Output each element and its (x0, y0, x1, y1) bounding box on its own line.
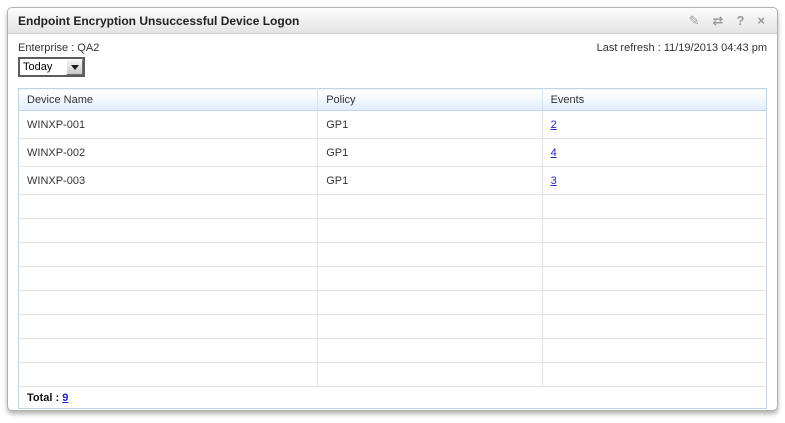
empty-table-row (19, 243, 767, 267)
table-row: WINXP-003 GP1 3 (19, 167, 767, 195)
policy-cell: GP1 (318, 111, 542, 139)
edit-icon[interactable]: ✎ (689, 14, 700, 27)
dropdown-arrow-button[interactable] (66, 59, 83, 75)
last-refresh-label: Last refresh : 11/19/2013 04:43 pm (597, 42, 767, 54)
table-total-row: Total : 9 (19, 387, 767, 409)
empty-table-row (19, 195, 767, 219)
column-header-events[interactable]: Events (542, 89, 766, 111)
titlebar-icons: ✎ ⇄ ? × (689, 14, 767, 27)
column-header-policy[interactable]: Policy (318, 89, 542, 111)
events-cell: 3 (542, 167, 766, 195)
events-count-link[interactable]: 3 (551, 175, 557, 187)
total-label: Total : (27, 392, 59, 404)
empty-table-row (19, 267, 767, 291)
empty-table-row (19, 219, 767, 243)
device-logon-table: Device Name Policy Events WINXP-001 GP1 … (18, 88, 767, 409)
total-count-link[interactable]: 9 (62, 392, 68, 404)
policy-cell: GP1 (318, 139, 542, 167)
refresh-icon[interactable]: ⇄ (713, 14, 724, 27)
empty-table-row (19, 339, 767, 363)
events-cell: 4 (542, 139, 766, 167)
device-name-cell: WINXP-002 (19, 139, 318, 167)
table-header-row: Device Name Policy Events (19, 89, 767, 111)
widget-titlebar: Endpoint Encryption Unsuccessful Device … (8, 8, 777, 34)
device-name-cell: WINXP-003 (19, 167, 318, 195)
time-range-selected-value: Today (20, 59, 66, 75)
events-count-link[interactable]: 2 (551, 119, 557, 131)
policy-cell: GP1 (318, 167, 542, 195)
total-cell: Total : 9 (19, 387, 767, 409)
enterprise-label: Enterprise : QA2 (18, 42, 99, 54)
events-cell: 2 (542, 111, 766, 139)
widget-title: Endpoint Encryption Unsuccessful Device … (18, 14, 689, 28)
widget-panel: Endpoint Encryption Unsuccessful Device … (7, 7, 778, 411)
empty-table-row (19, 291, 767, 315)
time-range-dropdown[interactable]: Today (18, 57, 85, 77)
close-icon[interactable]: × (757, 14, 765, 27)
device-name-cell: WINXP-001 (19, 111, 318, 139)
empty-table-row (19, 363, 767, 387)
empty-table-row (19, 315, 767, 339)
table-row: WINXP-002 GP1 4 (19, 139, 767, 167)
chevron-down-icon (71, 65, 79, 70)
column-header-device-name[interactable]: Device Name (19, 89, 318, 111)
meta-row: Enterprise : QA2 Last refresh : 11/19/20… (18, 40, 767, 54)
table-row: WINXP-001 GP1 2 (19, 111, 767, 139)
events-count-link[interactable]: 4 (551, 147, 557, 159)
widget-content: Enterprise : QA2 Last refresh : 11/19/20… (8, 34, 777, 411)
help-icon[interactable]: ? (736, 14, 744, 27)
